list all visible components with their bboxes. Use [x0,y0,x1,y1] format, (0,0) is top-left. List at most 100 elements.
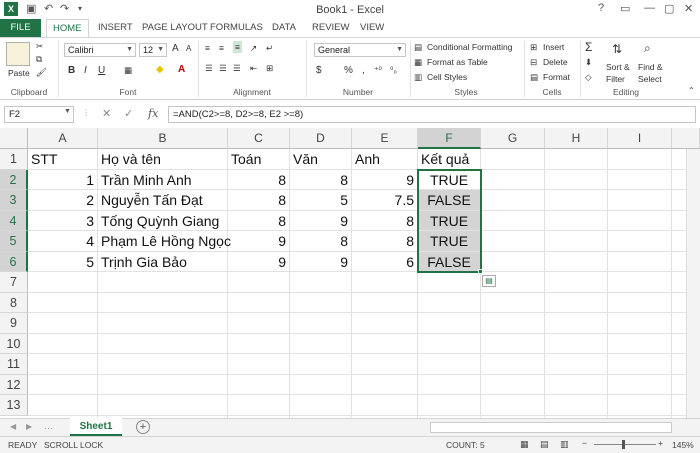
merge-center-icon[interactable]: ⊞ [266,63,273,74]
autosum-button[interactable]: Σ [585,40,592,54]
minimize-icon[interactable]: — [644,2,655,14]
formula-input[interactable]: =AND(C2>=8, D2>=8, E2 >=8) [168,106,696,123]
cell-b6[interactable]: Trịnh Gia Bảo [98,251,228,272]
cell-c6[interactable]: 9 [228,251,290,272]
column-header-h[interactable]: H [545,128,608,149]
normal-view-icon[interactable]: ▦ [520,439,529,450]
borders-icon[interactable]: ▦ [124,65,132,76]
row-header[interactable]: 8 [0,292,28,313]
cell-b3[interactable]: Nguyễn Tấn Đạt [98,190,228,211]
percent-button[interactable]: % [344,65,353,76]
cell-d4[interactable]: 9 [290,210,352,231]
bold-button[interactable]: B [68,65,75,76]
column-header-a[interactable]: A [28,128,98,149]
cell-f3[interactable]: FALSE [418,190,481,211]
format-cells-icon[interactable]: ▤ [530,72,538,83]
currency-button[interactable]: $ [316,65,322,76]
clear-icon[interactable]: ◇ [585,72,592,83]
close-icon[interactable]: ✕ [684,2,693,15]
find-select-button[interactable]: Find & [638,62,663,72]
conditional-formatting-icon[interactable]: ▤ [414,42,422,53]
row-header[interactable]: 12 [0,374,28,395]
cell-b4[interactable]: Tống Quỳnh Giang [98,210,228,231]
ribbon-options-icon[interactable]: ▭ [620,2,630,15]
font-name-select[interactable]: Calibri ▼ [64,43,136,57]
column-header-f[interactable]: F [418,128,481,149]
format-cells-button[interactable]: Format [543,72,570,82]
sort-filter-label[interactable]: Filter [606,74,625,84]
worksheet-grid[interactable]: A B C D E F G H I 1 2 3 4 5 6 7 8 9 10 1… [0,128,700,418]
comma-button[interactable]: , [362,65,365,76]
insert-cells-button[interactable]: Insert [543,42,564,52]
number-format-select[interactable]: General ▼ [314,43,406,57]
cell-b5[interactable]: Phạm Lê Hồng Ngọc [98,231,231,252]
cell-e4[interactable]: 8 [352,210,418,231]
row-header[interactable]: 7 [0,272,28,293]
cell-c2[interactable]: 8 [228,169,290,190]
page-break-view-icon[interactable]: ▥ [560,439,569,450]
select-all-corner[interactable] [0,128,28,149]
vertical-scrollbar[interactable] [686,149,700,418]
tab-formulas[interactable]: FORMULAS [204,19,269,37]
format-as-table-button[interactable]: Format as Table [427,57,488,67]
indent-icon[interactable]: ⇤ [250,63,257,74]
cell-c4[interactable]: 8 [228,210,290,231]
zoom-level[interactable]: 145% [672,440,694,450]
paste-button[interactable]: Paste [8,68,30,78]
underline-button[interactable]: U [98,65,105,76]
cell-a1[interactable]: STT [28,149,98,170]
enter-icon[interactable]: ✓ [124,107,133,120]
cell-c3[interactable]: 8 [228,190,290,211]
maximize-icon[interactable]: ▢ [664,2,674,15]
cell-e2[interactable]: 9 [352,169,418,190]
cell-e1[interactable]: Anh [352,149,418,170]
cell-a3[interactable]: 2 [28,190,98,211]
cell-a6[interactable]: 5 [28,251,98,272]
align-bottom-icon[interactable]: ≡ [233,41,242,53]
cell-a5[interactable]: 4 [28,231,98,252]
cell-f1[interactable]: Kết quả [418,149,481,170]
row-header[interactable]: 11 [0,354,28,375]
page-layout-view-icon[interactable]: ▤ [540,439,549,450]
cell-b1[interactable]: Họ và tên [98,149,228,170]
format-painter-icon[interactable]: 🖌 [36,67,47,78]
cell-f4[interactable]: TRUE [418,210,481,231]
zoom-slider[interactable] [594,444,656,445]
cell-f5[interactable]: TRUE [418,231,481,252]
font-color-icon[interactable]: A [178,64,185,75]
align-right-icon[interactable]: ☰ [233,63,241,74]
fill-icon[interactable]: ⬇ [585,57,592,68]
next-sheet-icon[interactable]: ▶ [26,422,32,431]
format-as-table-icon[interactable]: ▦ [414,57,422,68]
orientation-icon[interactable]: ↗ [250,43,257,54]
column-header-i[interactable]: I [608,128,672,149]
column-header-e[interactable]: E [352,128,418,149]
italic-button[interactable]: I [84,65,87,76]
row-header[interactable]: 4 [0,210,28,231]
align-left-icon[interactable]: ☰ [205,63,213,74]
cell-styles-icon[interactable]: ▥ [414,72,422,83]
cell-c1[interactable]: Toán [228,149,290,170]
cancel-icon[interactable]: ✕ [102,107,111,120]
tab-page-layout[interactable]: PAGE LAYOUT [136,19,214,37]
grow-font-button[interactable]: A [172,43,179,54]
zoom-slider-thumb[interactable] [622,440,625,449]
fill-color-icon[interactable]: ◆ [156,64,164,75]
sheet-tab-sheet1[interactable]: Sheet1 [70,418,122,436]
cell-d1[interactable]: Văn [290,149,352,170]
column-header-d[interactable]: D [290,128,352,149]
zoom-in-icon[interactable]: + [658,438,663,448]
help-icon[interactable]: ? [598,2,604,14]
row-header[interactable]: 1 [0,149,28,170]
tab-file[interactable]: FILE [0,19,41,37]
shrink-font-button[interactable]: A [186,44,191,53]
copy-icon[interactable]: ⧉ [36,54,42,65]
cell-f2[interactable]: TRUE [418,169,481,190]
tab-home[interactable]: HOME [46,19,89,38]
row-header[interactable]: 6 [0,251,28,272]
row-header[interactable]: 13 [0,395,28,416]
sort-filter-icon[interactable]: ⇅ [612,42,622,56]
increase-decimal-icon[interactable]: ⁺⁰ [374,65,382,76]
delete-cells-button[interactable]: Delete [543,57,568,67]
tab-view[interactable]: VIEW [354,19,390,37]
